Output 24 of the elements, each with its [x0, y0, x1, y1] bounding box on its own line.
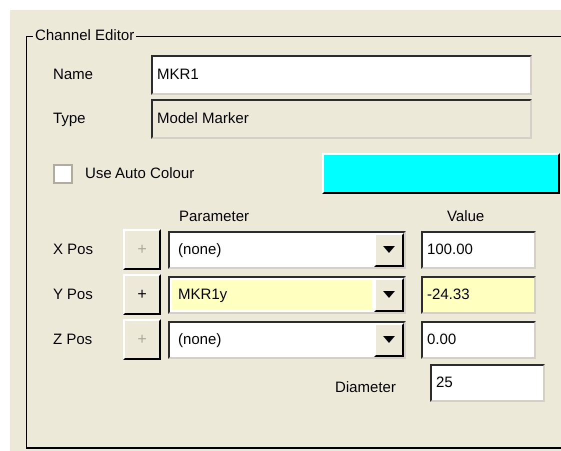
colour-button[interactable] — [322, 153, 560, 194]
parameter-dropdown[interactable]: MKR1y — [168, 276, 406, 314]
row-label: Z Pos — [53, 330, 94, 348]
plus-button[interactable]: + — [123, 274, 161, 315]
column-header: Value — [447, 208, 484, 226]
caret-icon — [383, 246, 395, 253]
checkbox-label: Use Auto Colour — [85, 164, 194, 182]
field-label: Type — [53, 110, 87, 128]
column-header: Parameter — [179, 208, 250, 226]
caret-icon — [383, 291, 395, 298]
checkbox[interactable] — [53, 164, 73, 184]
parameter-dropdown[interactable]: (none) — [168, 230, 406, 268]
caret-icon — [383, 336, 395, 343]
value-field[interactable]: 0.00 — [421, 320, 536, 358]
value-field[interactable]: 100.00 — [421, 230, 536, 268]
name-field[interactable]: MKR1 — [151, 55, 532, 95]
row-label: Y Pos — [53, 286, 94, 304]
type-field: Model Marker — [151, 99, 532, 139]
value-field[interactable]: -24.33 — [421, 276, 536, 314]
field-label: Diameter — [335, 379, 397, 397]
row-label: X Pos — [53, 240, 94, 258]
diameter-field[interactable]: 25 — [430, 364, 545, 402]
field-label: Name — [53, 66, 94, 84]
parameter-dropdown[interactable]: (none) — [168, 320, 406, 358]
